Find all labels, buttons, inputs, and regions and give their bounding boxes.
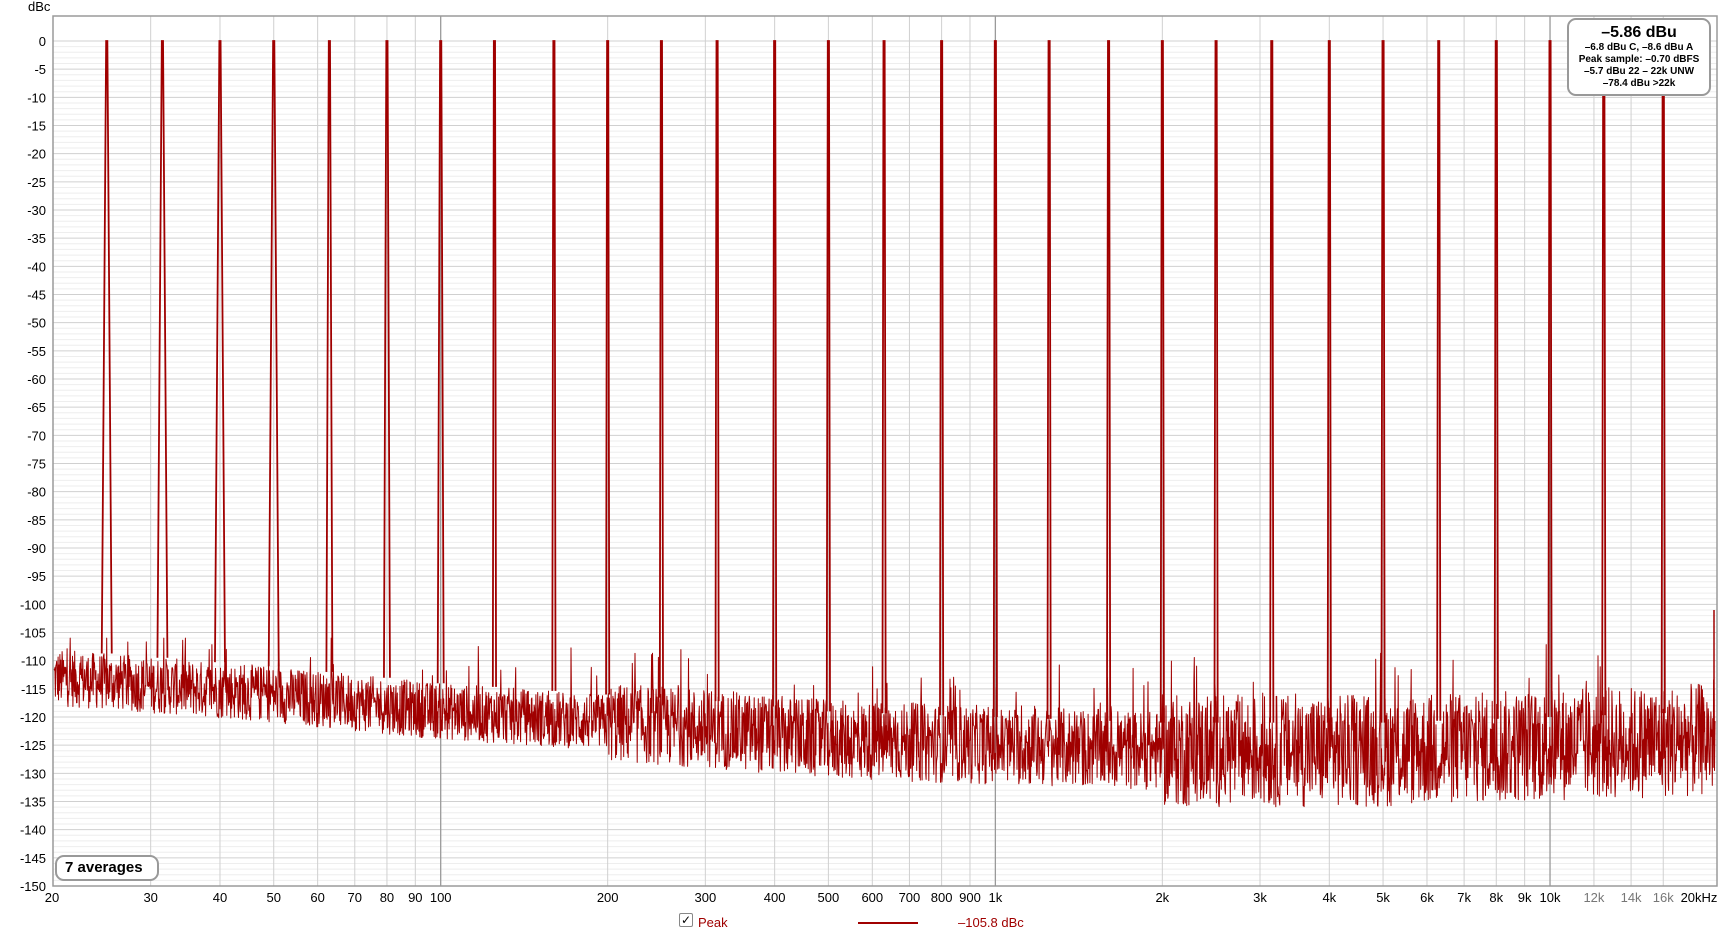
- y-tick-label: -105: [20, 626, 46, 641]
- legend-line-swatch: [858, 922, 918, 924]
- x-tick-label: 300: [694, 890, 716, 905]
- measurement-info-box: –5.86 dBu –6.8 dBu C, –8.6 dBu A Peak sa…: [1567, 18, 1711, 96]
- x-tick-label: 5k: [1376, 890, 1390, 905]
- spectrum-chart: 0 -5 -10 -15 -20 -25 -30 -35 -40 -45 -50 -55 -60 -65 -…: [20, 0, 1718, 905]
- x-tick-label: 2k: [1155, 890, 1169, 905]
- y-tick-label: -35: [27, 231, 46, 246]
- y-tick-label: -30: [27, 203, 46, 218]
- y-tick-label: -70: [27, 428, 46, 443]
- y-tick-label: -115: [21, 682, 46, 697]
- x-tick-label: 30: [143, 890, 157, 905]
- y-tick-label: -110: [21, 654, 46, 669]
- x-tick-label: 200: [597, 890, 619, 905]
- x-tick-label: 16k: [1653, 890, 1674, 905]
- x-tick-label: 900: [959, 890, 981, 905]
- x-tick-label: 90: [408, 890, 422, 905]
- y-axis-label: dBc: [28, 0, 51, 14]
- y-tick-label: -125: [20, 738, 46, 753]
- x-axis-ticks: 20 30 40 50 60 70 80 90 100 200 300 400 500 600 700 800…: [45, 890, 1718, 905]
- x-tick-label: 500: [818, 890, 840, 905]
- legend-value-label: –105.8 dBc: [958, 915, 1024, 930]
- y-tick-label: -75: [27, 457, 46, 472]
- x-tick-label: 8k: [1489, 890, 1503, 905]
- x-tick-label: 9k: [1518, 890, 1532, 905]
- y-tick-label: -85: [27, 513, 46, 528]
- ultrasonic-level-readout: –78.4 dBu >22k: [1602, 78, 1676, 89]
- x-tick-label: 60: [310, 890, 324, 905]
- peak-sample-readout: Peak sample: –0.70 dBFS: [1578, 54, 1700, 65]
- x-tick-label: 600: [861, 890, 883, 905]
- weighted-level-readout: –6.8 dBu C, –8.6 dBu A: [1584, 42, 1694, 53]
- x-tick-label: 14k: [1621, 890, 1642, 905]
- x-tick-label: 1k: [988, 890, 1002, 905]
- level-readout: –5.86 dBu: [1601, 24, 1677, 41]
- y-tick-label: -65: [27, 400, 46, 415]
- y-tick-label: -25: [27, 175, 46, 190]
- x-tick-label: 50: [266, 890, 280, 905]
- x-tick-label: 6k: [1420, 890, 1434, 905]
- y-tick-label: -10: [27, 90, 46, 105]
- y-tick-label: -60: [27, 372, 46, 387]
- y-tick-label: -135: [20, 795, 46, 810]
- x-tick-label: 70: [348, 890, 362, 905]
- unweighted-level-readout: –5.7 dBu 22 – 22k UNW: [1583, 66, 1695, 77]
- y-tick-label: -50: [27, 316, 46, 331]
- y-tick-label: -5: [34, 62, 46, 77]
- x-tick-label: 700: [899, 890, 921, 905]
- x-tick-label: 400: [764, 890, 786, 905]
- y-tick-label: -120: [20, 710, 46, 725]
- y-tick-label: -55: [27, 344, 46, 359]
- x-tick-label: 40: [213, 890, 227, 905]
- y-tick-label: -150: [20, 879, 46, 894]
- x-tick-label: 800: [931, 890, 953, 905]
- y-tick-label: -90: [27, 541, 46, 556]
- y-tick-label: -80: [27, 485, 46, 500]
- x-tick-label: 20kHz: [1681, 890, 1718, 905]
- x-tick-label: 80: [380, 890, 394, 905]
- x-tick-label: 10k: [1540, 890, 1561, 905]
- y-axis-ticks: 0 -5 -10 -15 -20 -25 -30 -35 -40 -45 -50 -55 -60 -65 -…: [20, 34, 46, 894]
- peak-checkbox[interactable]: ✓: [679, 913, 693, 927]
- legend-series-label: Peak: [698, 915, 728, 930]
- x-tick-label: 3k: [1253, 890, 1267, 905]
- x-tick-label: 4k: [1322, 890, 1336, 905]
- averages-badge: 7 averages: [55, 855, 159, 881]
- y-tick-label: -130: [20, 766, 46, 781]
- y-tick-label: -145: [20, 851, 46, 866]
- x-tick-label: 12k: [1583, 890, 1604, 905]
- y-tick-label: -40: [27, 259, 46, 274]
- y-tick-label: -15: [27, 119, 46, 134]
- y-tick-label: -140: [20, 823, 46, 838]
- y-tick-label: -20: [27, 147, 46, 162]
- y-tick-label: -45: [27, 288, 46, 303]
- x-tick-label: 100: [430, 890, 452, 905]
- x-tick-label: 20: [45, 890, 59, 905]
- y-tick-label: -95: [27, 569, 46, 584]
- y-tick-label: 0: [39, 34, 46, 49]
- x-tick-label: 7k: [1457, 890, 1471, 905]
- y-tick-label: -100: [20, 597, 46, 612]
